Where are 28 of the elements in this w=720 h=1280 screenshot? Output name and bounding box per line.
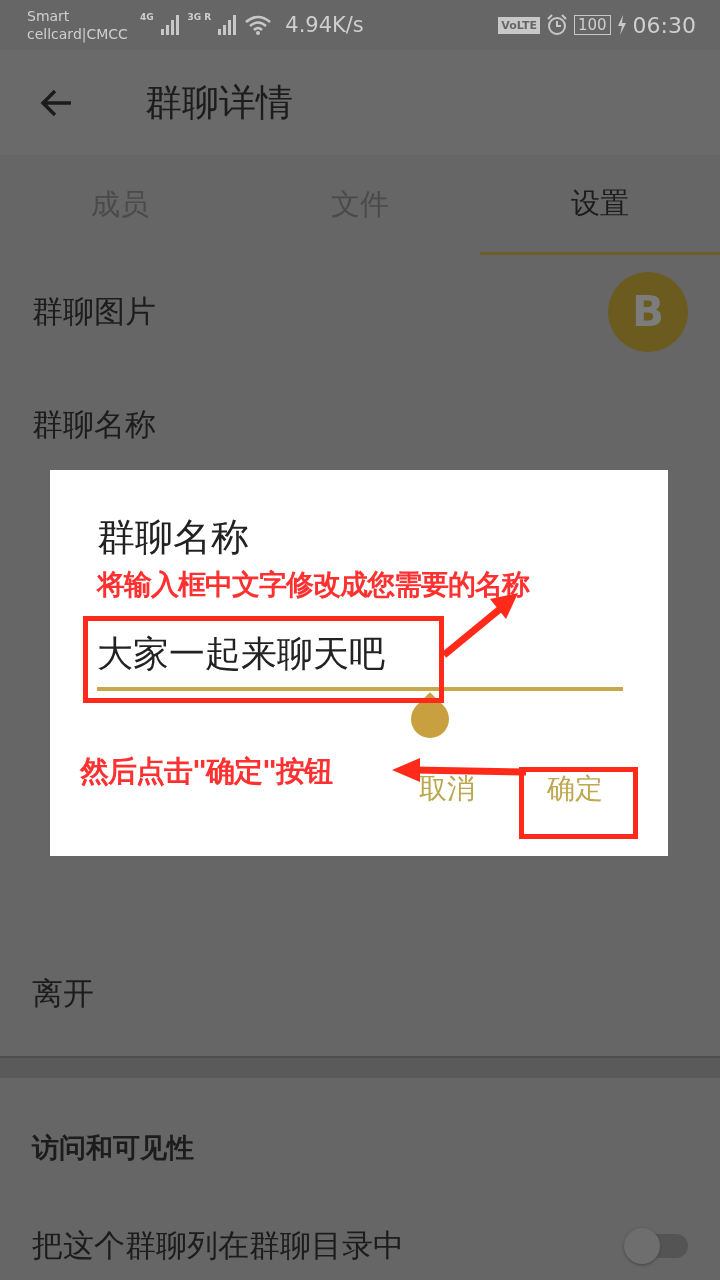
setting-label: 把这个群聊列在群聊目录中	[32, 1226, 404, 1265]
section-heading: 访问和可见性	[30, 1131, 195, 1165]
signal-icon	[159, 14, 182, 36]
battery-indicator: 100	[573, 15, 611, 35]
cancel-button[interactable]: 取消	[417, 766, 477, 812]
page-title: 群聊详情	[145, 79, 293, 126]
leave-option[interactable]: 离开	[32, 973, 94, 1015]
network-type: 4G	[139, 12, 154, 22]
volte-badge: VoLTE	[498, 16, 540, 34]
wifi-icon	[245, 15, 272, 35]
tab[interactable]: 设置	[480, 155, 720, 255]
charging-icon	[616, 15, 627, 35]
clock: 06:30	[632, 12, 696, 38]
back-icon[interactable]	[39, 87, 73, 118]
setting-label: 群聊名称	[32, 404, 156, 444]
carrier-name: Smart	[27, 7, 71, 25]
setting-label: 群聊图片	[32, 291, 156, 331]
group-avatar[interactable]: B	[608, 271, 688, 352]
input-field[interactable]: 大家一起来聊天吧	[97, 634, 623, 691]
annotation-text: 然后点击"确定"按钮	[80, 753, 333, 790]
carrier-name: cellcard|CMCC	[27, 25, 128, 43]
toggle-switch[interactable]	[624, 1229, 688, 1263]
network-type: 3G R	[187, 12, 212, 22]
alarm-icon	[545, 14, 568, 36]
confirm-button[interactable]: 确定	[537, 766, 613, 812]
dialog-title: 群聊名称	[97, 514, 250, 561]
net-speed: 4.94K/s	[285, 13, 364, 37]
annotation-text: 将输入框中文字修改成您需要的名称	[97, 567, 529, 603]
